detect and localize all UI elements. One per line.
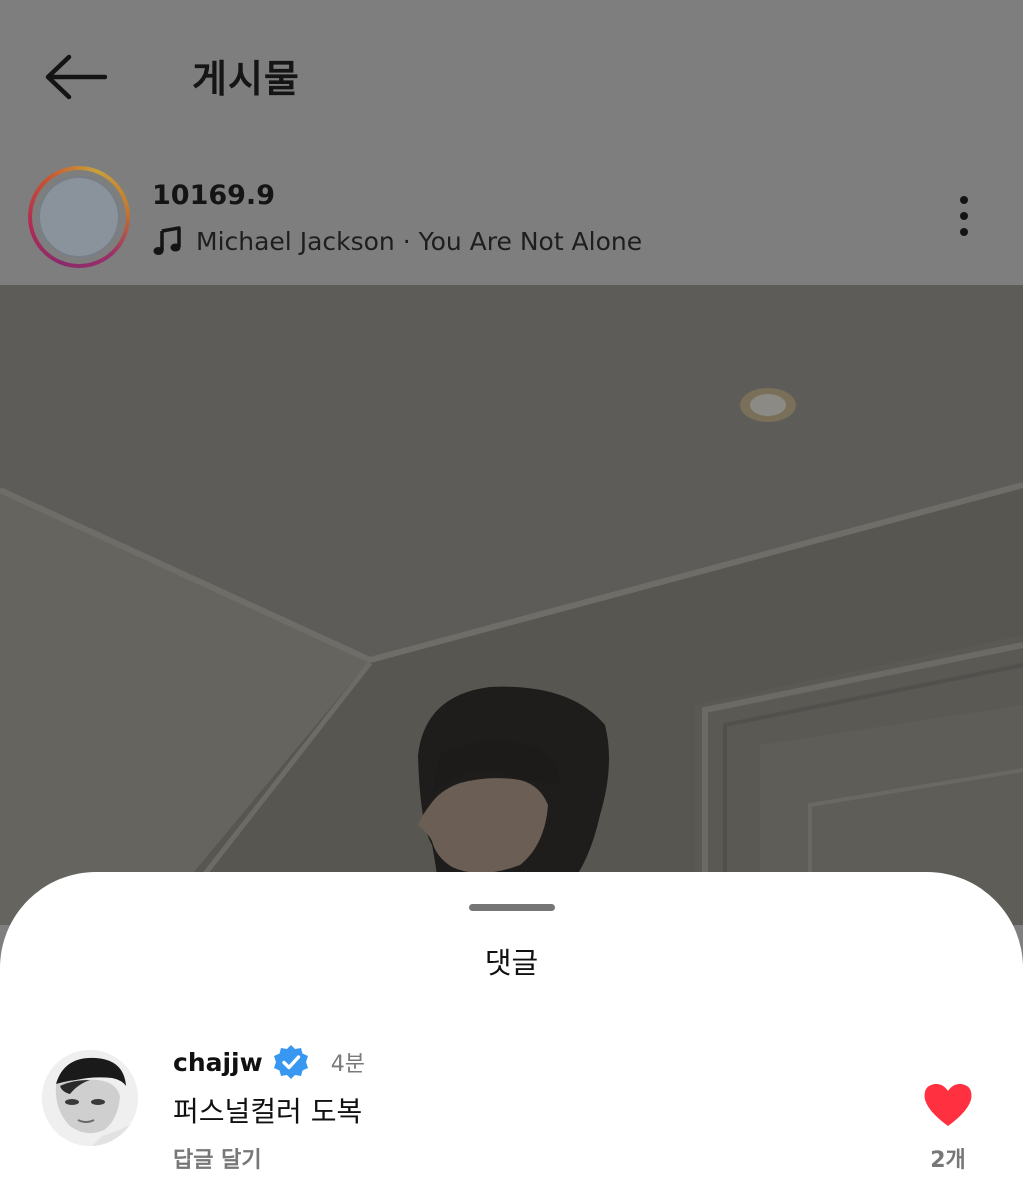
more-options-button[interactable]: [944, 190, 984, 242]
post-header: 10169.9 Michael Jackson · You Are Not Al…: [0, 150, 1023, 285]
post-image: [0, 285, 1023, 925]
page-title: 게시물: [192, 57, 300, 101]
comments-sheet: 댓글 chajjw 4분 퍼스널컬러 도복 답글 달기 2개: [0, 872, 1023, 1200]
drag-handle[interactable]: [469, 904, 555, 911]
post-photo[interactable]: [0, 285, 1023, 925]
avatar: [38, 176, 120, 258]
comment-text: 퍼스널컬러 도복: [173, 1095, 363, 1128]
back-button[interactable]: [40, 50, 110, 104]
comments-title: 댓글: [484, 946, 539, 980]
like-button[interactable]: [922, 1082, 974, 1128]
comment-username[interactable]: chajjw: [173, 1048, 263, 1077]
more-vertical-icon: [960, 196, 968, 204]
like-count: 2개: [930, 1148, 966, 1173]
story-avatar[interactable]: [28, 166, 130, 268]
top-app-bar: 게시물: [0, 0, 1023, 150]
comment-timestamp: 4분: [330, 1052, 365, 1077]
comment-header: chajjw 4분: [173, 1044, 365, 1080]
reply-button[interactable]: 답글 달기: [173, 1142, 262, 1174]
avatar-photo: [42, 1050, 138, 1146]
music-attribution[interactable]: Michael Jackson · You Are Not Alone: [152, 224, 642, 258]
commenter-avatar[interactable]: [42, 1050, 138, 1146]
arrow-left-icon: [45, 54, 107, 100]
post-username[interactable]: 10169.9: [152, 180, 275, 211]
music-track-label: Michael Jackson · You Are Not Alone: [196, 226, 643, 256]
verified-badge-icon: [273, 1045, 308, 1079]
heart-icon: [924, 1083, 972, 1126]
music-note-icon: [153, 226, 181, 255]
